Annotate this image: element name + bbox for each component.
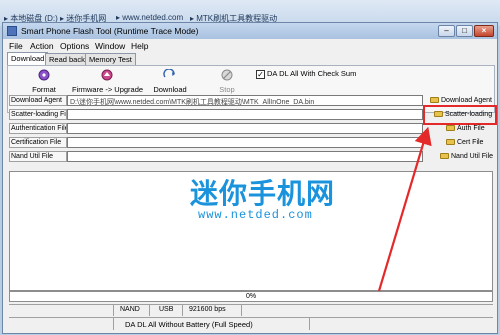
annotation-arrow <box>377 126 432 292</box>
status-storage: NAND <box>120 306 140 313</box>
status-separator <box>149 305 150 316</box>
progress-bar: 0% <box>9 291 493 302</box>
status-baud: 921600 bps <box>189 306 226 313</box>
flash-tool-window: Smart Phone Flash Tool (Runtime Trace Mo… <box>2 22 498 334</box>
status-separator <box>182 305 183 316</box>
status-separator <box>241 305 242 316</box>
status-bar-top: NAND USB 921600 bps <box>9 304 493 316</box>
status-separator <box>113 318 114 330</box>
status-separator <box>113 305 114 316</box>
status-bar-bottom: DA DL All Without Battery (Full Speed) <box>9 317 493 330</box>
status-mode: DA DL All Without Battery (Full Speed) <box>125 320 253 329</box>
progress-text: 0% <box>245 293 257 300</box>
status-separator <box>309 318 310 330</box>
breadcrumb-item[interactable]: ▸ www.netded.com <box>116 13 183 22</box>
status-port: USB <box>159 306 174 313</box>
